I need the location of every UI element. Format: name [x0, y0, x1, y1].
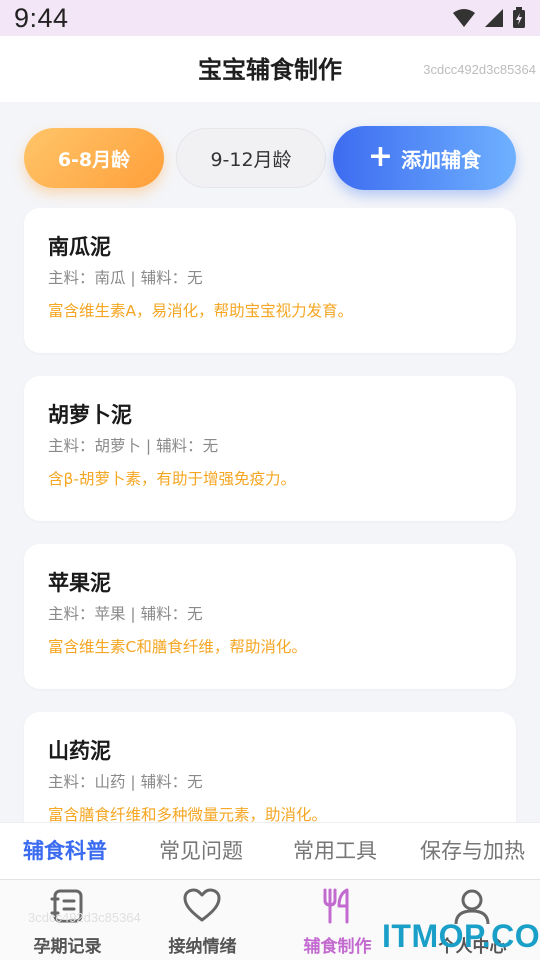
- food-card[interactable]: 苹果泥 主料：苹果 | 辅料：无 富含维生素C和膳食纤维，帮助消化。: [24, 544, 516, 689]
- food-ingredients: 主料：苹果 | 辅料：无: [48, 605, 203, 623]
- device-id-text: 3cdcc492d3c85364: [423, 62, 536, 77]
- heart-icon: [183, 888, 221, 922]
- tab-age-9-12[interactable]: 9-12月龄: [176, 128, 326, 188]
- signal-icon: [485, 9, 503, 27]
- food-name: 苹果泥: [48, 571, 111, 595]
- food-description: 富含维生素A，易消化，帮助宝宝视力发育。: [48, 302, 354, 320]
- tab-common-questions[interactable]: 常见问题: [159, 835, 243, 865]
- age-tab-row: 6-8月龄 9-12月龄 + 添加辅食: [0, 124, 540, 194]
- app-header: 宝宝辅食制作 3cdcc492d3c85364: [0, 36, 540, 102]
- plus-icon: +: [367, 138, 394, 174]
- food-ingredients: 主料：山药 | 辅料：无: [48, 773, 203, 791]
- watermark-logo: ITMOP.COM: [382, 918, 540, 954]
- food-list[interactable]: 南瓜泥 主料：南瓜 | 辅料：无 富含维生素A，易消化，帮助宝宝视力发育。 胡萝…: [0, 208, 540, 822]
- ghost-id-text: 3cdcc492d3c85364: [28, 910, 141, 925]
- food-name: 南瓜泥: [48, 235, 111, 259]
- category-tab-bar: 辅食科普 常见问题 常用工具 保存与加热: [0, 822, 540, 880]
- tab-common-tools[interactable]: 常用工具: [293, 835, 377, 865]
- tab-storage-heating[interactable]: 保存与加热: [420, 835, 525, 865]
- utensils-icon: [323, 888, 349, 924]
- food-ingredients: 主料：胡萝卜 | 辅料：无: [48, 437, 219, 455]
- food-card[interactable]: 山药泥 主料：山药 | 辅料：无 富含膳食纤维和多种微量元素，助消化。: [24, 712, 516, 822]
- status-time: 9:44: [14, 2, 69, 33]
- nav-emotions[interactable]: 接纳情绪: [135, 880, 270, 960]
- nav-label: 孕期记录: [33, 937, 102, 957]
- food-description: 含β-胡萝卜素，有助于增强免疫力。: [48, 470, 296, 488]
- status-bar: 9:44: [0, 0, 540, 36]
- wifi-icon: [453, 9, 475, 27]
- food-ingredients: 主料：南瓜 | 辅料：无: [48, 269, 203, 287]
- add-food-button[interactable]: + 添加辅食: [333, 126, 516, 190]
- food-name: 胡萝卜泥: [48, 403, 132, 427]
- status-icons: [452, 7, 526, 29]
- nav-label: 接纳情绪: [168, 937, 237, 957]
- battery-icon: [513, 7, 525, 28]
- tab-age-6-8[interactable]: 6-8月龄: [24, 128, 164, 188]
- food-card[interactable]: 胡萝卜泥 主料：胡萝卜 | 辅料：无 含β-胡萝卜素，有助于增强免疫力。: [24, 376, 516, 521]
- food-description: 富含膳食纤维和多种微量元素，助消化。: [48, 806, 328, 822]
- food-description: 富含维生素C和膳食纤维，帮助消化。: [48, 638, 307, 656]
- add-food-label: 添加辅食: [401, 147, 482, 172]
- food-name: 山药泥: [48, 739, 111, 763]
- tab-food-science[interactable]: 辅食科普: [23, 835, 107, 865]
- food-card[interactable]: 南瓜泥 主料：南瓜 | 辅料：无 富含维生素A，易消化，帮助宝宝视力发育。: [24, 208, 516, 353]
